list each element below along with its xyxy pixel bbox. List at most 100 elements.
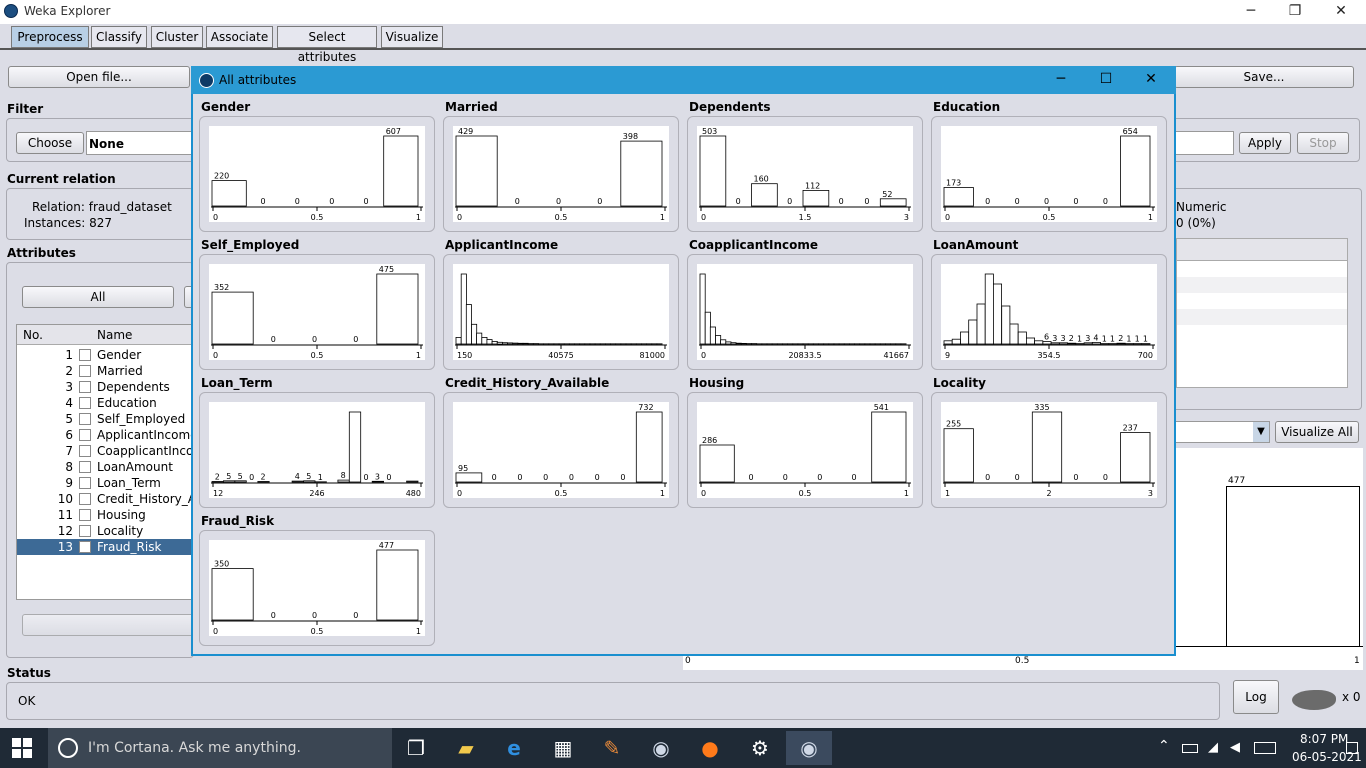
attribute-row[interactable]: 8 LoanAmount [17, 459, 193, 475]
attribute-checkbox[interactable] [79, 493, 91, 505]
stats-row [1177, 277, 1347, 293]
axis-tick-label: 1 [416, 351, 421, 360]
tab-preprocess[interactable]: Preprocess [11, 26, 89, 48]
col-name[interactable]: Name [97, 328, 132, 342]
wifi-icon[interactable]: ◢ [1208, 740, 1218, 755]
attribute-row[interactable]: 12 Locality [17, 523, 193, 539]
firefox-icon[interactable]: ● [690, 731, 730, 765]
histogram-bar [1001, 305, 1011, 345]
histogram-bar [291, 480, 304, 483]
bar-count-label: 0 [261, 197, 266, 206]
histogram-chart: 0 20833.5 41667 [697, 264, 913, 360]
open-file-button[interactable]: Open file... [8, 66, 190, 88]
attribute-row[interactable]: 9 Loan_Term [17, 475, 193, 491]
histogram-bar [943, 187, 974, 207]
attribute-checkbox[interactable] [79, 445, 91, 457]
dialog-maximize-button[interactable]: ☐ [1094, 71, 1118, 89]
store-icon[interactable]: ▦ [543, 731, 583, 765]
histogram-title: Credit_History_Available [445, 376, 610, 390]
weka-taskbar-icon[interactable]: ◉ [641, 731, 681, 765]
log-button[interactable]: Log [1233, 680, 1279, 714]
tab-select-attributes[interactable]: Select attributes [277, 26, 377, 64]
histogram-bar [460, 273, 467, 345]
attribute-checkbox[interactable] [79, 397, 91, 409]
attribute-checkbox[interactable] [79, 541, 91, 553]
histogram-bar [1034, 340, 1044, 345]
tab-cluster[interactable]: Cluster [151, 26, 203, 48]
stop-button[interactable]: Stop [1297, 132, 1349, 154]
class-select[interactable]: ▼ [1174, 421, 1270, 443]
histogram-bar [406, 480, 419, 483]
all-button[interactable]: All [22, 286, 174, 308]
attribute-row[interactable]: 7 CoapplicantIncome [17, 443, 193, 459]
axis-tick-label: 0 [213, 627, 218, 636]
attribute-name: Credit_History_Available [97, 492, 193, 506]
attribute-checkbox[interactable] [79, 509, 91, 521]
histogram-chart: 6 3 3 2 1 3 4 1 1 2 1 1 19 354.5 700 [941, 264, 1157, 360]
bar-count-label: 0 [1044, 197, 1049, 206]
tab-classify[interactable]: Classify [91, 26, 147, 48]
bar-count-label: 541 [874, 403, 889, 412]
attribute-checkbox[interactable] [79, 429, 91, 441]
all-attributes-dialog: All attributes ─ ☐ ✕ Gender 220 0 0 0 0 607 0 0.… [191, 66, 1176, 656]
attribute-row[interactable]: 11 Housing [17, 507, 193, 523]
attribute-checkbox[interactable] [79, 525, 91, 537]
visualize-all-button[interactable]: Visualize All [1275, 421, 1359, 443]
tray-chevron-icon[interactable]: ⌃ [1158, 738, 1170, 754]
attribute-checkbox[interactable] [79, 381, 91, 393]
attribute-checkbox[interactable] [79, 461, 91, 473]
choose-button[interactable]: Choose [16, 132, 84, 154]
hist-tick-1: 1 [1354, 656, 1360, 666]
save-button[interactable]: Save... [1174, 66, 1354, 88]
attribute-checkbox[interactable] [79, 413, 91, 425]
axis-tick-label: 3 [1148, 489, 1153, 498]
restore-button[interactable]: ❐ [1272, 0, 1318, 24]
chevron-down-icon[interactable]: ▼ [1253, 422, 1269, 442]
paint-icon[interactable]: ✎ [592, 731, 632, 765]
close-button[interactable]: ✕ [1318, 0, 1364, 24]
attribute-row[interactable]: 10 Credit_History_Available [17, 491, 193, 507]
notification-icon[interactable] [1346, 742, 1358, 754]
remove-button[interactable] [22, 614, 194, 636]
col-no[interactable]: No. [23, 328, 43, 342]
axis-tick-label: 1 [416, 213, 421, 222]
filter-field[interactable]: None [86, 131, 196, 155]
attribute-checkbox[interactable] [79, 365, 91, 377]
weka-active-icon[interactable]: ◉ [786, 731, 832, 765]
keyboard-icon[interactable] [1254, 742, 1276, 754]
attribute-row[interactable]: 5 Self_Employed [17, 411, 193, 427]
edge-icon[interactable]: e [494, 731, 534, 765]
volume-icon[interactable]: ◀ [1230, 740, 1240, 755]
minimize-button[interactable]: ─ [1228, 0, 1274, 24]
bar-count-label: 0 [515, 197, 520, 206]
dialog-minimize-button[interactable]: ─ [1049, 71, 1073, 89]
battery-icon[interactable] [1182, 744, 1198, 753]
attribute-row[interactable]: 3 Dependents [17, 379, 193, 395]
status-panel [6, 682, 1220, 720]
attribute-checkbox[interactable] [79, 477, 91, 489]
axis-tick-label: 700 [1138, 351, 1153, 360]
clock-time[interactable]: 8:07 PM [1300, 732, 1348, 746]
bar-count-label: 0 [985, 197, 990, 206]
apply-button[interactable]: Apply [1239, 132, 1291, 154]
attribute-checkbox[interactable] [79, 349, 91, 361]
attribute-row[interactable]: 6 ApplicantIncome [17, 427, 193, 443]
attribute-row[interactable]: 13 Fraud_Risk [17, 539, 193, 555]
bar-count-label: 0 [1015, 473, 1020, 482]
filter-field-right[interactable] [1174, 131, 1234, 155]
tab-visualize[interactable]: Visualize [381, 26, 443, 48]
attribute-row[interactable]: 1 Gender [17, 347, 193, 363]
attribute-list[interactable]: No. Name 1 Gender 2 Married 3 Dependents 4 Educ… [16, 324, 194, 600]
attribute-row[interactable]: 4 Education [17, 395, 193, 411]
dialog-close-button[interactable]: ✕ [1139, 71, 1163, 89]
cortana-search[interactable]: I'm Cortana. Ask me anything. [48, 728, 392, 768]
file-explorer-icon[interactable]: ▰ [446, 731, 486, 765]
bar-count-label: 8 [341, 471, 346, 480]
settings-gear-icon[interactable]: ⚙ [740, 731, 780, 765]
task-view-icon[interactable]: ❐ [396, 731, 436, 765]
bar-count-label: 475 [379, 265, 394, 274]
attribute-row[interactable]: 2 Married [17, 363, 193, 379]
windows-start-icon[interactable] [12, 738, 32, 758]
histogram-cell: Dependents 503 0 160 0 112 0 0 52 0 1.5 3 [687, 100, 923, 232]
tab-associate[interactable]: Associate [206, 26, 273, 48]
